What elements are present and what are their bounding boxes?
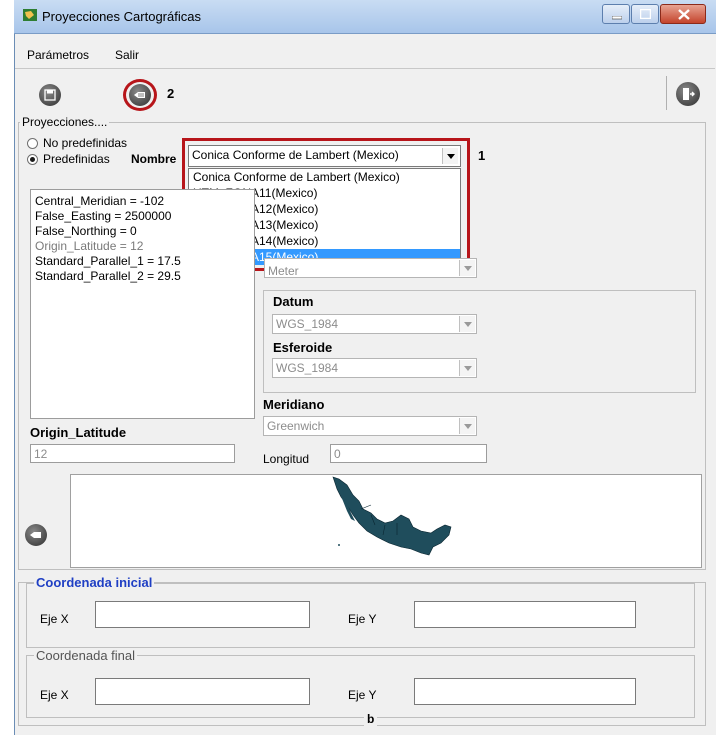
projections-group-title: Proyecciones.... [20,115,110,129]
chevron-down-icon [459,316,475,332]
selected-parameter-value[interactable]: 12 [30,444,235,463]
save-button[interactable] [39,84,61,106]
chevron-down-icon [459,418,475,434]
minimize-icon [612,16,622,20]
figure-label: b [364,712,378,726]
datum-value: WGS_1984 [276,317,339,331]
window-title: Proyecciones Cartográficas [42,9,201,24]
final-y-input[interactable] [414,678,636,705]
name-label: Nombre [131,152,177,166]
spheroid-label: Esferoide [273,340,333,355]
dropdown-option[interactable]: Conica Conforme de Lambert (Mexico) [189,169,460,185]
menu-toolbar-divider [15,68,715,69]
app-globe-icon [23,9,37,21]
callout-2: 2 [167,86,175,101]
projection-name-value: Conica Conforme de Lambert (Mexico) [192,148,399,162]
units-value: Meter [268,264,299,278]
map-preview[interactable] [70,474,702,568]
chevron-down-icon [459,360,475,376]
mexico-map-icon [332,476,452,556]
meridian-value: Greenwich [267,419,325,433]
spheroid-value: WGS_1984 [276,361,339,375]
menu-parametros[interactable]: Parámetros [27,48,89,62]
datum-select[interactable]: WGS_1984 [272,314,477,334]
chevron-down-icon[interactable] [442,148,458,164]
parameter-item[interactable]: Central_Meridian = -102 [35,194,254,209]
parameters-listbox[interactable]: Central_Meridian = -102 False_Easting = … [30,189,255,419]
initial-x-input[interactable] [95,601,310,628]
map-pan-button[interactable] [25,524,47,546]
callout-1: 1 [478,148,486,163]
final-y-label: Eje Y [348,688,377,702]
radio-no-predefinidas[interactable] [27,138,38,149]
parameter-item[interactable]: False_Northing = 0 [35,224,254,239]
projection-name-select[interactable]: Conica Conforme de Lambert (Mexico) [188,145,461,167]
floppy-icon [44,89,56,101]
initial-x-label: Eje X [40,612,69,626]
initial-coordinate-title: Coordenada inicial [34,575,155,590]
parameter-item[interactable]: False_Easting = 2500000 [35,209,254,224]
parameter-item[interactable]: Standard_Parallel_1 = 17.5 [35,254,254,269]
hand-icon [134,92,145,98]
meridian-select[interactable]: Greenwich [263,416,477,436]
maximize-icon [640,9,651,19]
chevron-down-icon [459,260,475,276]
meridian-label: Meridiano [263,397,325,412]
hand-tool-button[interactable] [129,84,151,106]
minimize-button[interactable] [602,4,630,24]
initial-y-label: Eje Y [348,612,377,626]
maximize-button[interactable] [631,4,659,24]
spheroid-select[interactable]: WGS_1984 [272,358,477,378]
menu-salir[interactable]: Salir [115,48,139,62]
radio-predefinidas-label: Predefinidas [43,152,110,166]
final-coordinate-title: Coordenada final [34,648,138,663]
radio-no-predefinidas-label: No predefinidas [43,136,128,150]
initial-y-input[interactable] [414,601,636,628]
toolbar-divider [666,76,667,110]
close-button[interactable] [660,4,706,24]
final-x-label: Eje X [40,688,69,702]
radio-predefinidas[interactable] [27,154,38,165]
exit-door-icon [683,88,695,100]
close-icon [678,9,690,20]
longitude-field[interactable]: 0 [330,444,487,463]
selected-parameter-label: Origin_Latitude [30,425,127,440]
longitude-label: Longitud [263,452,310,466]
final-x-input[interactable] [95,678,310,705]
parameter-item-selected[interactable]: Origin_Latitude = 12 [35,239,254,254]
exit-button[interactable] [676,82,700,106]
datum-label: Datum [273,294,314,309]
parameter-item[interactable]: Standard_Parallel_2 = 29.5 [35,269,254,284]
hand-icon [30,532,41,538]
units-select[interactable]: Meter [264,258,477,278]
